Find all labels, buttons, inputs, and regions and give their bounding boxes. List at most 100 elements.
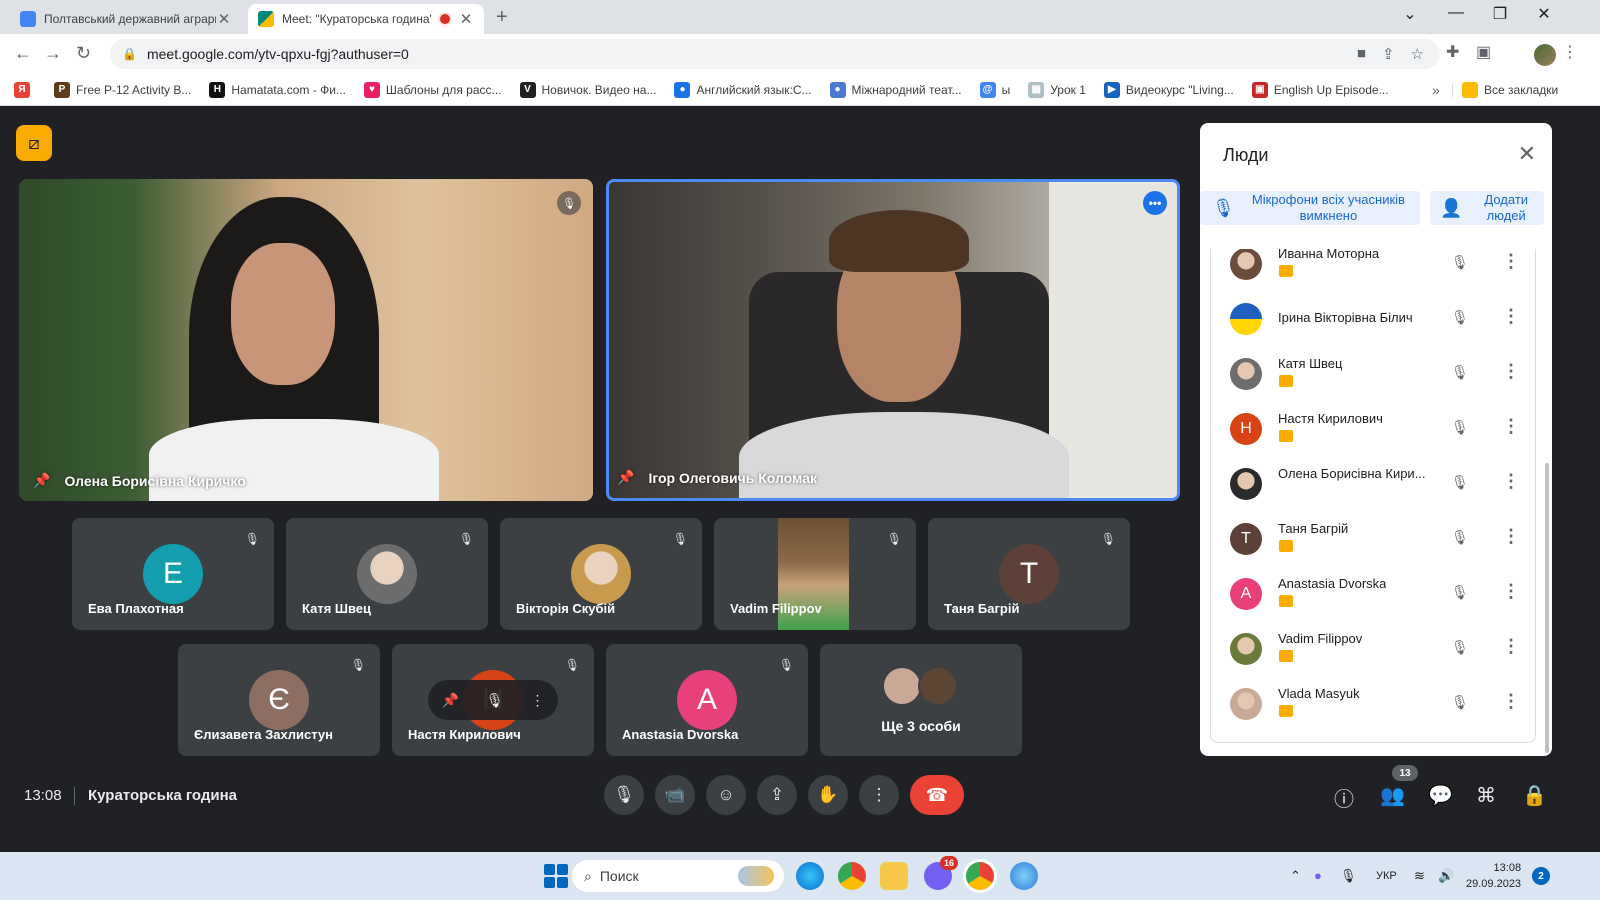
activities-icon[interactable]: ⌘ bbox=[1476, 783, 1496, 808]
host-controls-icon[interactable]: 🔒 bbox=[1522, 783, 1547, 808]
reload-icon[interactable]: ↻ bbox=[76, 43, 91, 64]
mic-off-icon[interactable]: 🎙 bbox=[1451, 254, 1469, 271]
participant-row[interactable]: Иванна Моторна 🎙 ⋮ bbox=[1211, 249, 1535, 292]
participant-row[interactable]: A Anastasia Dvorska 🎙 ⋮ bbox=[1211, 567, 1535, 622]
participant-tile[interactable]: 🎙 Катя Швец bbox=[286, 518, 488, 630]
back-arrow-icon[interactable]: ← bbox=[14, 43, 32, 64]
participant-tile[interactable]: Є 🎙 Єлизавета Захлистун bbox=[178, 644, 380, 756]
bookmark-item[interactable]: ♥ Шаблоны для расс... bbox=[363, 81, 502, 98]
video-tile-olena[interactable]: 🎙 📌 Олена Борисівна Киричко bbox=[19, 179, 593, 501]
more-vert-icon[interactable]: ⋮ bbox=[1502, 306, 1520, 327]
more-vert-icon[interactable]: ⋮ bbox=[1502, 471, 1520, 492]
chrome-icon[interactable] bbox=[838, 862, 866, 890]
panel-scrollbar[interactable] bbox=[1545, 463, 1549, 753]
more-vert-icon[interactable]: ⋮ bbox=[1502, 526, 1520, 547]
leave-call-button[interactable]: ☎ bbox=[910, 775, 964, 815]
video-tile-ihor[interactable]: ••• 📌 Ігор Олеговичь Коломак bbox=[606, 179, 1180, 501]
tab-meet[interactable]: Meet: "Кураторська година" ✕ bbox=[248, 4, 484, 34]
participant-tile[interactable]: 🎙 Вікторія Скубій bbox=[500, 518, 702, 630]
more-options-button[interactable]: ⋮ bbox=[859, 775, 899, 815]
chrome-active-icon[interactable] bbox=[966, 862, 994, 890]
participant-tile[interactable]: Т 🎙 Таня Багрій bbox=[928, 518, 1130, 630]
bookmarks-overflow-icon[interactable]: » bbox=[1432, 82, 1440, 98]
tab-poltava[interactable]: Полтавський державний аграрний ✕ bbox=[10, 4, 242, 34]
chat-icon[interactable]: 💬 bbox=[1428, 783, 1453, 808]
camera-in-use-icon[interactable]: ■ bbox=[1357, 45, 1366, 63]
lock-icon[interactable]: 🔒 bbox=[122, 47, 137, 61]
mic-off-icon[interactable]: 🎙 bbox=[486, 692, 504, 709]
pin-icon[interactable]: 📌 bbox=[617, 469, 634, 486]
mic-off-icon[interactable]: 🎙 bbox=[1451, 639, 1469, 656]
bookmark-item[interactable]: ▦ Урок 1 bbox=[1028, 81, 1086, 98]
participant-row[interactable]: Т Таня Багрій 🎙 ⋮ bbox=[1211, 512, 1535, 567]
profile-avatar[interactable] bbox=[1534, 44, 1556, 66]
more-vert-icon[interactable]: ⋮ bbox=[1502, 691, 1520, 712]
address-bar[interactable]: 🔒 meet.google.com/ytv-qpxu-fgj?authuser=… bbox=[110, 39, 1440, 69]
all-bookmarks-folder[interactable]: Все закладки bbox=[1462, 82, 1558, 98]
meeting-info-icon[interactable]: ⓘ bbox=[1334, 783, 1354, 812]
more-participants-tile[interactable]: Ще 3 особи bbox=[820, 644, 1022, 756]
close-panel-icon[interactable]: ✕ bbox=[1518, 141, 1536, 167]
participant-row[interactable]: Vadim Filippov 🎙 ⋮ bbox=[1211, 622, 1535, 677]
more-vert-icon[interactable]: ⋮ bbox=[1502, 636, 1520, 657]
mic-off-icon[interactable]: 🎙 bbox=[1451, 584, 1469, 601]
bookmark-item[interactable]: Я bbox=[14, 81, 36, 98]
start-button[interactable] bbox=[544, 864, 568, 888]
minimize-button[interactable]: — bbox=[1436, 4, 1476, 22]
mic-off-icon[interactable]: 🎙 bbox=[1451, 364, 1469, 381]
taskbar-clock[interactable]: 13:08 29.09.2023 bbox=[1466, 860, 1521, 892]
restore-button[interactable]: ❐ bbox=[1480, 4, 1520, 24]
mic-off-icon[interactable]: 🎙 bbox=[1451, 474, 1469, 491]
add-people-button[interactable]: 👤 Додати людей bbox=[1430, 191, 1544, 225]
participant-tile[interactable]: A 🎙 Anastasia Dvorska bbox=[606, 644, 808, 756]
camera-button[interactable]: 📹 bbox=[655, 775, 695, 815]
more-vert-icon[interactable]: ⋮ bbox=[1502, 581, 1520, 602]
wifi-icon[interactable]: ≋ bbox=[1414, 868, 1425, 884]
volume-icon[interactable]: 🔊 bbox=[1438, 868, 1454, 884]
close-window-button[interactable]: ✕ bbox=[1524, 4, 1564, 24]
participant-tile[interactable]: Н📌🎙⋮🎙Настя Кирилович bbox=[392, 644, 594, 756]
chrome-menu-icon[interactable]: ⋮ bbox=[1562, 42, 1578, 62]
raise-hand-button[interactable]: ✋ bbox=[808, 775, 848, 815]
tray-mic-icon[interactable]: 🎙 bbox=[1340, 868, 1357, 884]
file-explorer-icon[interactable] bbox=[880, 862, 908, 890]
bookmark-item[interactable]: @ ы bbox=[979, 81, 1010, 98]
new-tab-button[interactable]: + bbox=[496, 6, 508, 29]
bookmark-item[interactable]: ▣ English Up Episode... bbox=[1251, 81, 1389, 98]
present-screen-button[interactable]: ⇪ bbox=[757, 775, 797, 815]
recording-status-icon[interactable]: ⧄ bbox=[16, 125, 52, 161]
more-vert-icon[interactable]: ⋮ bbox=[1502, 251, 1520, 272]
taskbar-search[interactable]: ⌕ Поиск bbox=[572, 860, 784, 892]
more-vert-icon[interactable]: ⋮ bbox=[531, 692, 545, 709]
participant-row[interactable]: Ірина Вікторівна Білич 🎙 ⋮ bbox=[1211, 292, 1535, 347]
bookmark-item[interactable]: H Hamatata.com - Фи... bbox=[209, 81, 346, 98]
reactions-button[interactable]: ☺ bbox=[706, 775, 746, 815]
forward-arrow-icon[interactable]: → bbox=[44, 43, 62, 64]
mic-off-icon[interactable]: 🎙 bbox=[1451, 529, 1469, 546]
language-indicator[interactable]: УКР bbox=[1376, 870, 1397, 882]
microphone-button[interactable]: 🎙 bbox=[604, 775, 644, 815]
bookmark-item[interactable]: ● Английский язык:С... bbox=[674, 81, 812, 98]
mic-off-icon[interactable]: 🎙 bbox=[1451, 309, 1469, 326]
notifications-badge[interactable]: 2 bbox=[1532, 867, 1550, 885]
people-icon[interactable]: 👥 bbox=[1380, 783, 1405, 808]
participant-row[interactable]: Олена Борисівна Кири... 🎙 ⋮ bbox=[1211, 457, 1535, 512]
globe-app-icon[interactable] bbox=[1010, 862, 1038, 890]
extensions-icon[interactable]: ✚ bbox=[1446, 42, 1459, 62]
mic-off-icon[interactable]: 🎙 bbox=[1451, 419, 1469, 436]
mic-off-icon[interactable]: 🎙 bbox=[1451, 694, 1469, 711]
side-panel-icon[interactable]: ▣ bbox=[1476, 42, 1491, 62]
bookmark-item[interactable]: ● Міжнародний теат... bbox=[829, 81, 962, 98]
participant-row[interactable]: Катя Швец 🎙 ⋮ bbox=[1211, 347, 1535, 402]
participant-tile[interactable]: 🎙 Vadim Filippov bbox=[714, 518, 916, 630]
mute-all-button[interactable]: 🎙 Мікрофони всіх учасників вимкнено bbox=[1200, 191, 1420, 225]
close-tab-icon[interactable]: ✕ bbox=[458, 10, 474, 28]
pin-icon[interactable]: 📌 bbox=[33, 472, 50, 489]
pin-icon[interactable]: 📌 bbox=[441, 692, 458, 709]
tray-overflow-icon[interactable]: ⌃ bbox=[1290, 868, 1301, 884]
close-tab-icon[interactable]: ✕ bbox=[216, 10, 232, 28]
bookmark-item[interactable]: P Free P-12 Activity B... bbox=[54, 81, 191, 98]
bookmark-star-icon[interactable]: ☆ bbox=[1411, 45, 1424, 63]
edge-icon[interactable] bbox=[796, 862, 824, 890]
more-vert-icon[interactable]: ⋮ bbox=[1502, 416, 1520, 437]
